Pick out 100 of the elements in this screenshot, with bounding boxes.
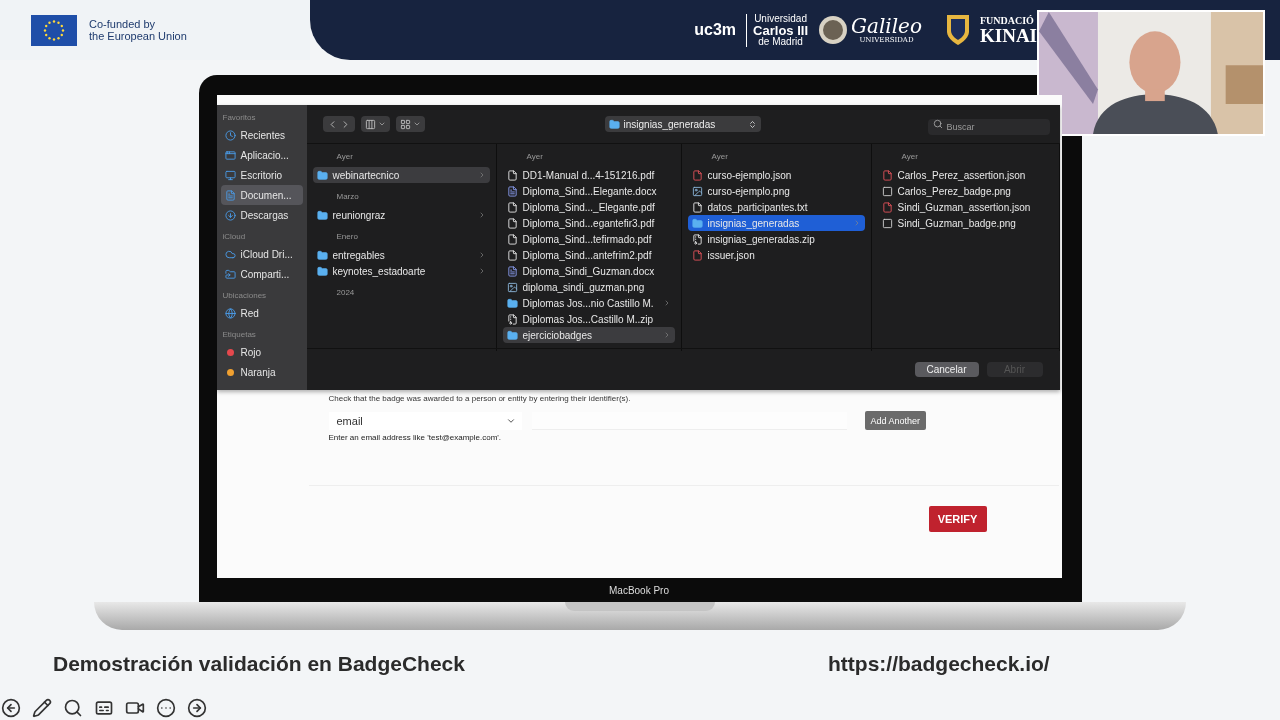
cancel-button[interactable]: Cancelar — [914, 362, 979, 377]
more-icon[interactable] — [155, 697, 177, 719]
file-row[interactable]: ejerciciobadges — [502, 327, 675, 343]
image-icon — [691, 185, 703, 197]
document-icon — [506, 265, 518, 277]
eu-funding-text: Co-funded by the European Union — [89, 18, 187, 42]
file-row[interactable]: Sindi_Guzman_assertion.json — [877, 199, 1053, 215]
university-name: Universidad Carlos III de Madrid — [746, 13, 808, 47]
hint-text: Enter an email address like 'test@example.com'. — [328, 433, 503, 442]
file-row[interactable]: datos_participantes.txt — [687, 199, 865, 215]
archive-icon — [691, 233, 703, 245]
file-row[interactable]: Diploma_Sind...antefrim2.pdf — [502, 247, 675, 263]
file-row[interactable]: entregables — [312, 247, 490, 263]
file-row[interactable]: issuer.json — [687, 247, 865, 263]
sidebar-item[interactable]: Documen... — [220, 185, 303, 205]
grid-view-button[interactable] — [395, 116, 425, 132]
shield-icon — [946, 14, 970, 46]
document-icon — [224, 189, 236, 201]
folder-icon — [316, 209, 328, 221]
search-icon — [932, 119, 943, 129]
file-row[interactable]: Diploma_Sind...Elegante.docx — [502, 183, 675, 199]
image-frame-icon — [881, 185, 893, 197]
verify-button[interactable]: VERIFY — [928, 506, 987, 532]
columns-icon — [364, 118, 376, 130]
sidebar-heading: Ubicaciones — [222, 291, 268, 300]
date-group-heading: Ayer — [335, 152, 354, 161]
file-icon — [506, 217, 518, 229]
file-row[interactable]: insignias_generadas.zip — [687, 231, 865, 247]
archive-icon — [506, 313, 518, 325]
shared-icon — [224, 268, 236, 280]
desktop-icon — [224, 169, 236, 181]
identifier-select[interactable]: email — [328, 411, 522, 430]
file-row[interactable]: diploma_sindi_guzman.png — [502, 279, 675, 295]
folder-icon — [608, 118, 620, 130]
next-icon[interactable] — [186, 697, 208, 719]
file-row[interactable]: reuniongraz — [312, 207, 490, 223]
file-row[interactable]: insignias_generadas — [687, 215, 865, 231]
image-icon — [506, 281, 518, 293]
sidebar-item[interactable]: Comparti... — [220, 264, 303, 284]
pen-icon[interactable] — [31, 697, 53, 719]
path-popup[interactable]: insignias_generadas — [604, 116, 761, 132]
search-field[interactable]: Buscar — [927, 119, 1050, 135]
sidebar-item[interactable]: Red — [220, 303, 303, 323]
file-row[interactable]: Diploma_Sind...egantefir3.pdf — [502, 215, 675, 231]
back-forward-buttons[interactable] — [322, 116, 355, 132]
network-icon — [224, 307, 236, 319]
search-icon[interactable] — [62, 697, 84, 719]
portrait-emblem-icon — [818, 15, 848, 45]
json-file-icon — [691, 249, 703, 261]
file-row[interactable]: Diplomas Jos...Castillo M..zip — [502, 311, 675, 327]
sidebar-item[interactable]: Aplicacio... — [220, 145, 303, 165]
file-row[interactable]: Diploma_Sindi_Guzman.docx — [502, 263, 675, 279]
json-file-icon — [691, 169, 703, 181]
folder-icon — [691, 217, 703, 229]
up-down-chevron-icon — [747, 119, 757, 129]
file-icon — [506, 201, 518, 213]
file-row[interactable]: Carlos_Perez_assertion.json — [877, 167, 1053, 183]
date-group-heading: Ayer — [900, 152, 919, 161]
file-row[interactable]: DD1-Manual d...4-151216.pdf — [502, 167, 675, 183]
date-group-heading: Ayer — [525, 152, 544, 161]
sidebar-item[interactable]: Naranja — [220, 362, 303, 382]
image-frame-icon — [881, 217, 893, 229]
file-icon — [506, 169, 518, 181]
sidebar-item[interactable]: Descargas — [220, 205, 303, 225]
date-group-heading: Marzo — [335, 192, 360, 201]
file-row[interactable]: Diploma_Sind..._Elegante.pdf — [502, 199, 675, 215]
add-another-button[interactable]: Add Another — [864, 411, 927, 430]
apps-icon — [224, 149, 236, 161]
folder-icon — [316, 249, 328, 261]
sidebar-item[interactable]: iCloud Dri... — [220, 244, 303, 264]
sidebar-heading: Favoritos — [222, 113, 257, 122]
document-icon — [506, 185, 518, 197]
file-row[interactable]: webinartecnico — [312, 167, 490, 183]
column-view-button[interactable] — [360, 116, 390, 132]
file-row[interactable]: curso-ejemplo.json — [687, 167, 865, 183]
uc3m-logo-text: uc3m — [694, 21, 737, 39]
date-group-heading: Ayer — [710, 152, 729, 161]
date-group-heading: Enero — [335, 232, 359, 241]
chevron-down-icon — [377, 120, 386, 128]
file-row[interactable]: Diploma_Sind...tefirmado.pdf — [502, 231, 675, 247]
download-icon — [224, 209, 236, 221]
sidebar-item[interactable]: Recientes — [220, 125, 303, 145]
previous-icon[interactable] — [0, 697, 22, 719]
clock-icon — [224, 129, 236, 141]
sidebar-heading: iCloud — [222, 232, 247, 241]
file-icon — [506, 233, 518, 245]
file-row[interactable]: curso-ejemplo.png — [687, 183, 865, 199]
eu-flag-icon — [31, 14, 77, 46]
file-row[interactable]: keynotes_estadoarte — [312, 263, 490, 279]
file-icon — [506, 249, 518, 261]
date-group-heading: 2024 — [335, 288, 356, 297]
file-row[interactable]: Sindi_Guzman_badge.png — [877, 215, 1053, 231]
sidebar-item[interactable]: Rojo — [220, 342, 303, 362]
folder-icon — [316, 265, 328, 277]
sidebar-item[interactable]: Escritorio — [220, 165, 303, 185]
file-row[interactable]: Carlos_Perez_badge.png — [877, 183, 1053, 199]
instruction-text: Check that the badge was awarded to a person or entity by entering their identifier(s). — [328, 394, 632, 403]
url-text: https://badgecheck.io/ — [828, 652, 1050, 676]
file-row[interactable]: Diplomas Jos...nio Castillo M. — [502, 295, 675, 311]
folder-icon — [506, 329, 518, 341]
